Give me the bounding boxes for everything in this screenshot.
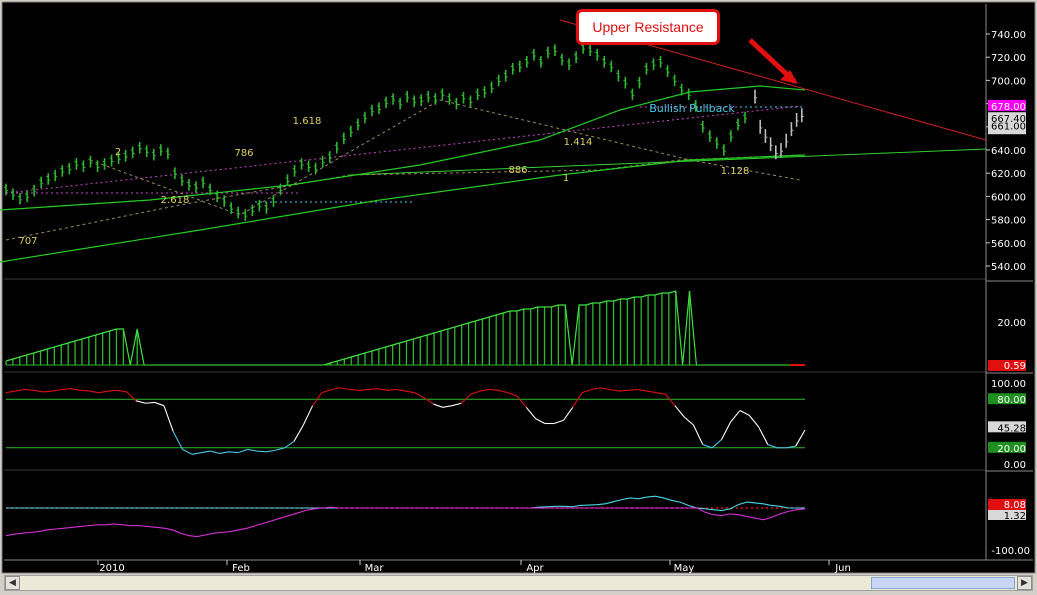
fib-label: 1.414 (564, 137, 593, 148)
date-tick-label: Feb (232, 563, 250, 574)
fib-label: 707 (18, 236, 37, 247)
price-tick-label: 600.00 (991, 192, 1026, 203)
price-tick-label: 740.00 (991, 30, 1026, 41)
price-high-label: 678.00 (991, 102, 1026, 113)
stoch-upper-label: 80.00 (997, 395, 1026, 406)
date-tick-label: Jun (834, 563, 851, 574)
fib-label: 1.618 (293, 116, 322, 127)
fib-label: 2 (115, 147, 121, 158)
chart-window: 1.618 2 786 2.618 707 1.414 886 1 1.128 Bullish P… (0, 0, 1037, 595)
date-tick-label: Mar (365, 563, 385, 574)
scroll-right-icon[interactable]: ▶ (1017, 576, 1032, 590)
osc-white-label: 1.32 (1004, 511, 1026, 522)
horizontal-scrollbar[interactable]: ◀ ▶ (4, 575, 1033, 591)
stoch-tick-label: 100.00 (991, 379, 1026, 390)
stoch-lower-label: 20.00 (997, 444, 1026, 455)
stoch-current-label: 45.28 (997, 423, 1026, 434)
date-tick-label: Apr (526, 563, 544, 574)
price-tick-label: 620.00 (991, 169, 1026, 180)
price-tick-label: 580.00 (991, 216, 1026, 227)
date-tick-label: May (674, 563, 695, 574)
date-tick-label: 2010 (99, 563, 124, 574)
price-tick-label: 720.00 (991, 53, 1026, 64)
bullish-pullback-annotation: Bullish Pullback (649, 102, 735, 115)
fib-label: 2.618 (161, 195, 190, 206)
histogram-tick-label: 20.00 (997, 318, 1026, 329)
fib-label: 886 (508, 165, 527, 176)
osc-red-label: 8.08 (1004, 500, 1026, 511)
fib-label: 1.128 (721, 166, 750, 177)
fib-label: 786 (234, 148, 253, 159)
price-tick-label: 560.00 (991, 239, 1026, 250)
upper-resistance-callout: Upper Resistance (576, 9, 720, 45)
stoch-tick-label: 0.00 (1004, 460, 1026, 471)
histogram-value-label: 0.59 (1004, 361, 1026, 372)
scroll-left-icon[interactable]: ◀ (5, 576, 20, 590)
osc-tick-label: -100.00 (991, 546, 1030, 557)
fib-label: 1 (563, 173, 569, 184)
stock-chart[interactable]: 1.618 2 786 2.618 707 1.414 886 1 1.128 Bullish P… (0, 0, 1037, 595)
price-tick-label: 700.00 (991, 76, 1026, 87)
price-low-label: 661.00 (991, 122, 1026, 133)
price-tick-label: 640.00 (991, 146, 1026, 157)
scrollbar-thumb[interactable] (871, 577, 1015, 589)
price-tick-label: 540.00 (991, 262, 1026, 273)
